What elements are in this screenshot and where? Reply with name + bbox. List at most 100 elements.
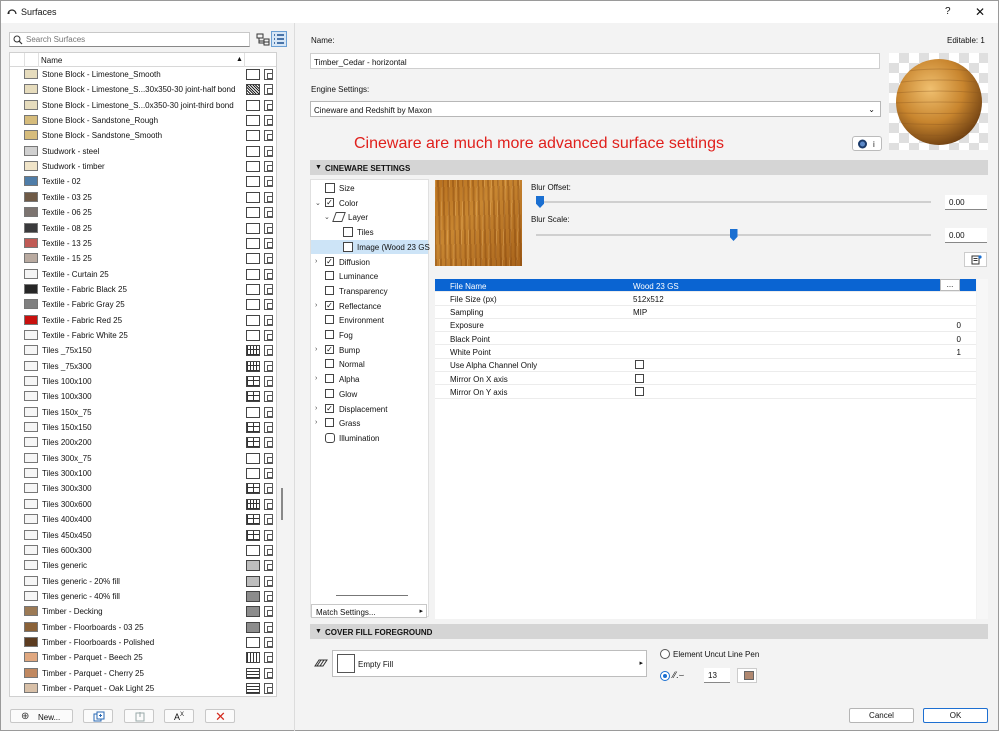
property-row[interactable]: Black Point 0 — [435, 332, 976, 346]
surface-row[interactable]: Tiles 100x100 — [10, 374, 276, 389]
surface-row[interactable]: Studwork - steel — [10, 144, 276, 159]
sort-ascending-icon[interactable]: ▲ — [236, 56, 243, 63]
surface-row[interactable]: Tiles 300x_75 — [10, 451, 276, 466]
surface-row[interactable]: Timber - Decking — [10, 604, 276, 619]
engine-info-button[interactable]: i — [852, 136, 882, 151]
rename-button[interactable]: AX — [164, 709, 194, 723]
expand-right-icon[interactable]: › — [315, 405, 317, 412]
cancel-button[interactable]: Cancel — [849, 708, 914, 723]
surface-row[interactable]: Stone Block - Limestone_Smooth — [10, 67, 276, 82]
pen-number-field[interactable]: 13 — [704, 668, 730, 683]
surface-row[interactable]: Textile - Fabric Gray 25 — [10, 297, 276, 312]
tree-item-normal[interactable]: Normal — [311, 357, 428, 372]
channel-checkbox[interactable] — [325, 330, 334, 339]
surface-row[interactable]: Tiles 450x450 — [10, 528, 276, 543]
property-checkbox[interactable] — [635, 360, 644, 370]
surface-row[interactable]: Tiles 200x200 — [10, 435, 276, 450]
surface-row[interactable]: Textile - Curtain 25 — [10, 267, 276, 282]
tree-item-size[interactable]: Size — [311, 181, 428, 196]
expand-down-icon[interactable]: ⌄ — [315, 199, 321, 207]
channel-checkbox[interactable] — [325, 388, 334, 398]
surface-row[interactable]: Tiles 150x_75 — [10, 405, 276, 420]
surface-row[interactable]: Textile - 15 25 — [10, 251, 276, 266]
surface-row[interactable]: Textile - 02 — [10, 174, 276, 189]
surface-row[interactable]: Tiles 300x600 — [10, 497, 276, 512]
tree-item-environment[interactable]: Environment — [311, 313, 428, 328]
channel-checkbox[interactable] — [325, 315, 334, 325]
surface-row[interactable]: Tiles 150x150 — [10, 420, 276, 435]
surface-name-field[interactable]: Timber_Cedar - horizontal — [310, 53, 880, 69]
expand-right-icon[interactable]: › — [315, 419, 317, 426]
surface-row[interactable]: Tiles 600x300 — [10, 543, 276, 558]
tree-item-tiles[interactable]: Tiles — [311, 225, 428, 240]
browse-file-button[interactable]: ... — [940, 279, 960, 291]
surface-row[interactable]: Tiles 400x400 — [10, 512, 276, 527]
list-view-button[interactable] — [271, 31, 287, 47]
cover-fill-select[interactable]: Empty Fill ▸ — [332, 650, 647, 677]
list-scrollbar[interactable] — [281, 488, 283, 520]
expand-right-icon[interactable]: › — [315, 258, 317, 265]
surface-row[interactable]: Tiles generic - 20% fill — [10, 574, 276, 589]
name-column-header[interactable]: Name — [41, 56, 62, 65]
surface-row[interactable]: Tiles _75x150 — [10, 343, 276, 358]
pen-color-button[interactable] — [737, 668, 757, 683]
surface-row[interactable]: Tiles 100x300 — [10, 389, 276, 404]
channel-checkbox[interactable]: ✓ — [325, 344, 334, 354]
expand-right-icon[interactable]: › — [315, 375, 317, 382]
surface-row[interactable]: Timber - Parquet - Beech 25 — [10, 650, 276, 665]
surface-row[interactable]: Tiles 300x100 — [10, 466, 276, 481]
surface-row[interactable]: Timber - Parquet - Oak Light 25 — [10, 681, 276, 696]
property-checkbox[interactable] — [635, 386, 644, 396]
channel-checkbox[interactable] — [325, 359, 334, 369]
cover-fill-header[interactable]: ▼ COVER FILL FOREGROUND — [310, 624, 988, 639]
property-row[interactable]: White Point 1 — [435, 346, 976, 359]
import-button[interactable] — [124, 709, 154, 723]
match-settings-button[interactable]: Match Settings... ▸ — [311, 604, 427, 618]
texture-options-button[interactable] — [964, 252, 987, 267]
surface-row[interactable]: Timber - Parquet - Cherry 25 — [10, 666, 276, 681]
blur-scale-field[interactable]: 0.00 — [945, 228, 987, 243]
property-value[interactable]: 0 — [957, 321, 961, 330]
surface-row[interactable]: Textile - 06 25 — [10, 205, 276, 220]
blur-scale-thumb[interactable] — [729, 229, 738, 241]
surface-row[interactable]: Textile - Fabric White 25 — [10, 328, 276, 343]
folder-view-button[interactable] — [255, 31, 271, 47]
surface-row[interactable]: Textile - Fabric Black 25 — [10, 282, 276, 297]
tree-item-reflectance[interactable]: › ✓ Reflectance — [311, 299, 428, 314]
surface-row[interactable]: Tiles 300x300 — [10, 481, 276, 496]
blur-offset-field[interactable]: 0.00 — [945, 195, 987, 210]
tree-item-alpha[interactable]: › Alpha — [311, 372, 428, 387]
property-row[interactable]: Use Alpha Channel Only — [435, 359, 976, 373]
surface-row[interactable]: Textile - 03 25 — [10, 190, 276, 205]
blur-offset-thumb[interactable] — [536, 196, 544, 208]
close-window-button[interactable]: ✕ — [975, 5, 985, 19]
channel-checkbox[interactable]: ✓ — [325, 403, 334, 413]
property-checkbox[interactable] — [635, 373, 644, 383]
property-value[interactable]: 0 — [957, 335, 961, 344]
engine-select[interactable]: Cineware and Redshift by Maxon ⌄ — [310, 101, 881, 117]
search-input[interactable] — [26, 34, 246, 45]
panel-divider[interactable] — [294, 23, 295, 731]
surface-row[interactable]: Stone Block - Limestone_S...0x350-30 joi… — [10, 98, 276, 113]
surface-row[interactable]: Stone Block - Limestone_S...30x350-30 jo… — [10, 82, 276, 97]
element-pen-radio[interactable] — [660, 649, 670, 659]
channel-checkbox[interactable]: ✓ — [325, 197, 334, 207]
surface-row[interactable]: Timber - Floorboards - Polished — [10, 635, 276, 650]
tree-item-color[interactable]: ⌄ ✓ Color — [311, 196, 428, 211]
new-surface-button[interactable]: ⊕ New... — [10, 709, 73, 723]
property-row[interactable]: File Size (px) 512x512 — [435, 292, 976, 306]
help-button[interactable]: ? — [945, 6, 951, 17]
surface-row[interactable]: Tiles _75x300 — [10, 359, 276, 374]
duplicate-button[interactable] — [83, 709, 113, 723]
delete-button[interactable]: ✕ — [205, 709, 235, 724]
blur-offset-slider[interactable] — [536, 196, 931, 208]
channel-checkbox[interactable] — [325, 418, 334, 428]
property-row[interactable]: Mirror On X axis — [435, 372, 976, 386]
expand-down-icon[interactable]: ⌄ — [324, 213, 330, 221]
property-row[interactable]: Exposure 0 — [435, 319, 976, 333]
property-value[interactable]: 1 — [957, 348, 961, 357]
channel-checkbox[interactable]: ✓ — [325, 256, 334, 266]
expand-right-icon[interactable]: › — [315, 346, 317, 353]
tree-item-luminance[interactable]: Luminance — [311, 269, 428, 284]
custom-pen-radio[interactable] — [660, 671, 670, 681]
